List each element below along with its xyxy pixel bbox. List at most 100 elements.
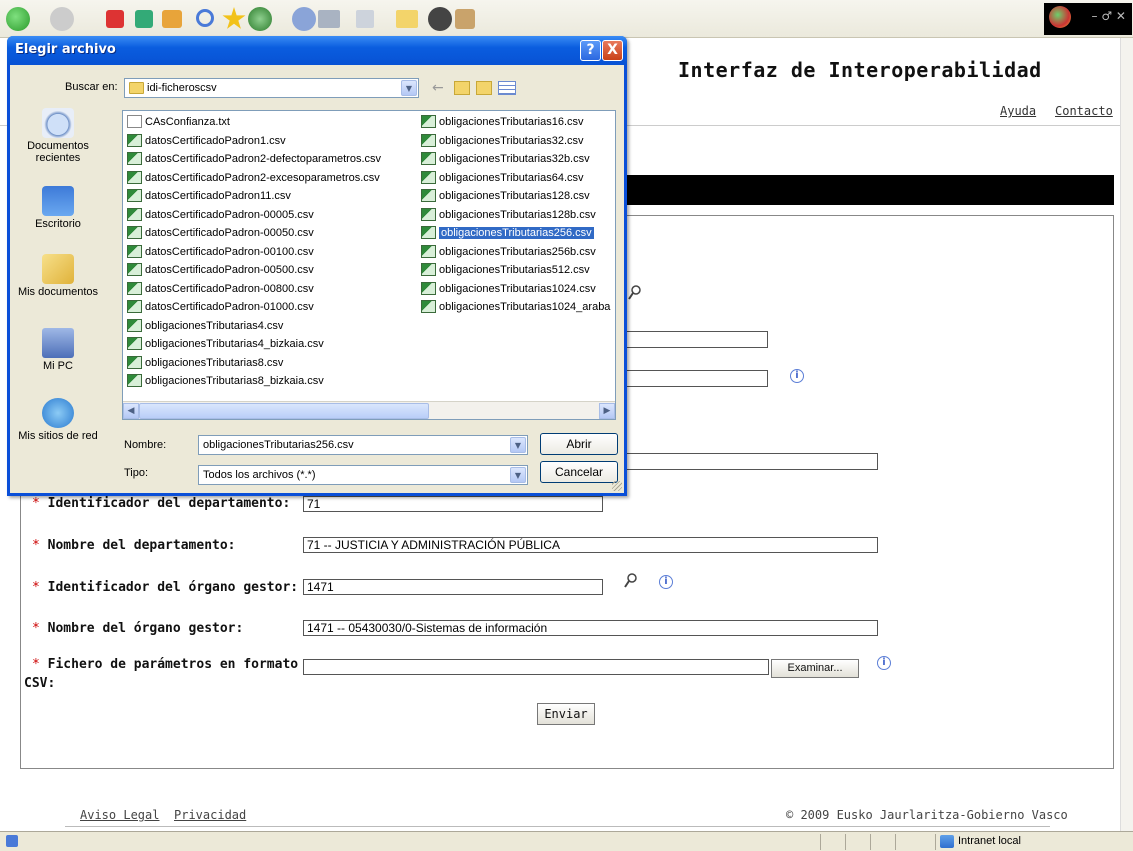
open-button[interactable]: Abrir xyxy=(540,433,618,455)
cancel-button[interactable]: Cancelar xyxy=(540,461,618,483)
up-folder-icon[interactable] xyxy=(454,81,470,95)
edit-icon[interactable] xyxy=(356,10,374,28)
info-icon[interactable]: i xyxy=(659,575,673,589)
privacy-link[interactable]: Privacidad xyxy=(174,808,246,822)
file-item[interactable]: obligacionesTributarias256b.csv xyxy=(421,243,596,261)
file-item[interactable]: datosCertificadoPadron1.csv xyxy=(127,132,286,150)
folder-icon[interactable] xyxy=(396,10,418,28)
magnifier-icon[interactable] xyxy=(628,285,642,301)
print-icon[interactable] xyxy=(318,10,340,28)
file-item[interactable]: datosCertificadoPadron11.csv xyxy=(127,187,291,205)
file-item[interactable]: datosCertificadoPadron-00005.csv xyxy=(127,206,314,224)
forward-icon[interactable] xyxy=(50,7,74,31)
help-button[interactable]: ? xyxy=(580,40,601,61)
file-item[interactable]: obligacionesTributarias64.csv xyxy=(421,169,584,187)
obscured-field-1[interactable] xyxy=(626,331,768,348)
file-item[interactable]: CAsConfianza.txt xyxy=(127,113,230,131)
place-desktop[interactable]: Escritorio xyxy=(10,186,106,230)
organ-name-field[interactable]: 1471 -- 05430030/0-Sistemas de informaci… xyxy=(303,620,878,636)
submit-button[interactable]: Enviar xyxy=(537,703,595,725)
scroll-thumb[interactable] xyxy=(139,403,429,419)
place-recent[interactable]: Documentos recientes xyxy=(10,108,106,164)
place-my-pc[interactable]: Mi PC xyxy=(10,328,106,372)
file-item[interactable]: datosCertificadoPadron2-defectoparametro… xyxy=(127,150,381,168)
mail-icon[interactable] xyxy=(292,7,316,31)
file-list[interactable]: CAsConfianza.txt datosCertificadoPadron1.… xyxy=(122,110,616,420)
scroll-right-icon[interactable]: ▶ xyxy=(599,403,615,419)
file-item[interactable]: obligacionesTributarias32.csv xyxy=(421,132,584,150)
new-folder-icon[interactable] xyxy=(476,81,492,95)
file-item[interactable]: obligacionesTributarias1024_araba xyxy=(421,298,610,316)
view-menu-icon[interactable] xyxy=(498,81,516,95)
legal-link[interactable]: Aviso Legal xyxy=(80,808,159,822)
look-in-combo[interactable]: idi-ficheroscsv ▼ xyxy=(124,78,419,98)
help-link[interactable]: Ayuda xyxy=(1000,104,1036,118)
dialog-titlebar[interactable]: Elegir archivo ? X xyxy=(7,36,627,65)
csv-file-icon xyxy=(127,355,142,369)
status-separator xyxy=(935,834,936,850)
horizontal-scrollbar[interactable]: ◀ ▶ xyxy=(123,401,615,419)
file-item[interactable]: obligacionesTributarias256.csv xyxy=(421,224,594,242)
file-name: CAsConfianza.txt xyxy=(145,116,230,128)
scroll-left-icon[interactable]: ◀ xyxy=(123,403,139,419)
page-scrollbar[interactable] xyxy=(1120,38,1133,831)
chevron-down-icon[interactable]: ▼ xyxy=(401,80,417,96)
file-item[interactable]: obligacionesTributarias4_bizkaia.csv xyxy=(127,335,324,353)
place-label: Escritorio xyxy=(35,218,81,230)
csv-file-icon xyxy=(127,244,142,258)
dept-name-label: * Nombre del departamento: xyxy=(32,538,236,553)
browse-button[interactable]: Examinar... xyxy=(771,659,859,678)
back-icon[interactable]: ← xyxy=(432,80,444,96)
research-icon[interactable] xyxy=(455,9,475,29)
file-name: obligacionesTributarias32.csv xyxy=(439,134,584,147)
file-name: obligacionesTributarias4.csv xyxy=(145,319,284,332)
file-item[interactable]: obligacionesTributarias512.csv xyxy=(421,261,590,279)
close-button[interactable]: X xyxy=(602,40,623,61)
refresh-icon[interactable] xyxy=(135,10,153,28)
file-item[interactable]: datosCertificadoPadron-01000.csv xyxy=(127,298,314,316)
file-item[interactable]: obligacionesTributarias32b.csv xyxy=(421,150,590,168)
file-item[interactable]: datosCertificadoPadron-00050.csv xyxy=(127,224,314,242)
file-item[interactable]: datosCertificadoPadron2-excesoparametros… xyxy=(127,169,380,187)
place-network[interactable]: Mis sitios de red xyxy=(10,398,106,442)
csv-file-field[interactable] xyxy=(303,659,769,675)
messenger-icon[interactable] xyxy=(428,7,452,31)
dept-name-field[interactable]: 71 -- JUSTICIA Y ADMINISTRACIÓN PÚBLICA xyxy=(303,537,878,553)
info-icon[interactable]: i xyxy=(877,656,891,670)
search-icon[interactable] xyxy=(196,9,214,27)
window-controls[interactable]: – ♂ ✕ xyxy=(1092,9,1126,23)
magnifier-icon[interactable] xyxy=(624,573,638,589)
history-icon[interactable] xyxy=(248,7,272,31)
stop-icon[interactable] xyxy=(106,10,124,28)
file-item[interactable]: obligacionesTributarias8.csv xyxy=(127,354,283,372)
file-name-combo[interactable]: obligacionesTributarias256.csv ▼ xyxy=(198,435,528,455)
organ-id-field[interactable]: 1471 xyxy=(303,579,603,595)
place-my-documents[interactable]: Mis documentos xyxy=(10,254,106,298)
contact-link[interactable]: Contacto xyxy=(1055,104,1113,118)
resize-grip-icon[interactable] xyxy=(612,481,622,491)
folder-icon xyxy=(129,82,144,94)
file-item[interactable]: obligacionesTributarias4.csv xyxy=(127,317,283,335)
chevron-down-icon[interactable]: ▼ xyxy=(510,437,526,453)
file-item[interactable]: datosCertificadoPadron-00800.csv xyxy=(127,280,314,298)
file-item[interactable]: obligacionesTributarias16.csv xyxy=(421,113,584,131)
file-item[interactable]: obligacionesTributarias8_bizkaia.csv xyxy=(127,372,324,390)
back-icon[interactable] xyxy=(6,7,30,31)
file-item[interactable]: datosCertificadoPadron-00500.csv xyxy=(127,261,314,279)
file-item[interactable]: obligacionesTributarias128b.csv xyxy=(421,206,596,224)
file-dialog: Elegir archivo ? X Buscar en: idi-ficher… xyxy=(7,36,627,496)
file-item[interactable]: obligacionesTributarias128.csv xyxy=(421,187,590,205)
obscured-field-3[interactable] xyxy=(626,453,878,470)
chevron-down-icon[interactable]: ▼ xyxy=(510,467,526,483)
dept-id-field[interactable]: 71 xyxy=(303,496,603,512)
file-item[interactable]: obligacionesTributarias1024.csv xyxy=(421,280,596,298)
obscured-field-2[interactable] xyxy=(626,370,768,387)
info-icon[interactable]: i xyxy=(790,369,804,383)
footer-divider xyxy=(65,826,1050,827)
file-name-value: obligacionesTributarias256.csv xyxy=(203,439,354,451)
file-type-combo[interactable]: Todos los archivos (*.*) ▼ xyxy=(198,465,528,485)
home-icon[interactable] xyxy=(162,10,182,28)
intranet-icon xyxy=(940,835,954,848)
file-item[interactable]: datosCertificadoPadron-00100.csv xyxy=(127,243,314,261)
favorites-icon[interactable] xyxy=(222,7,246,29)
